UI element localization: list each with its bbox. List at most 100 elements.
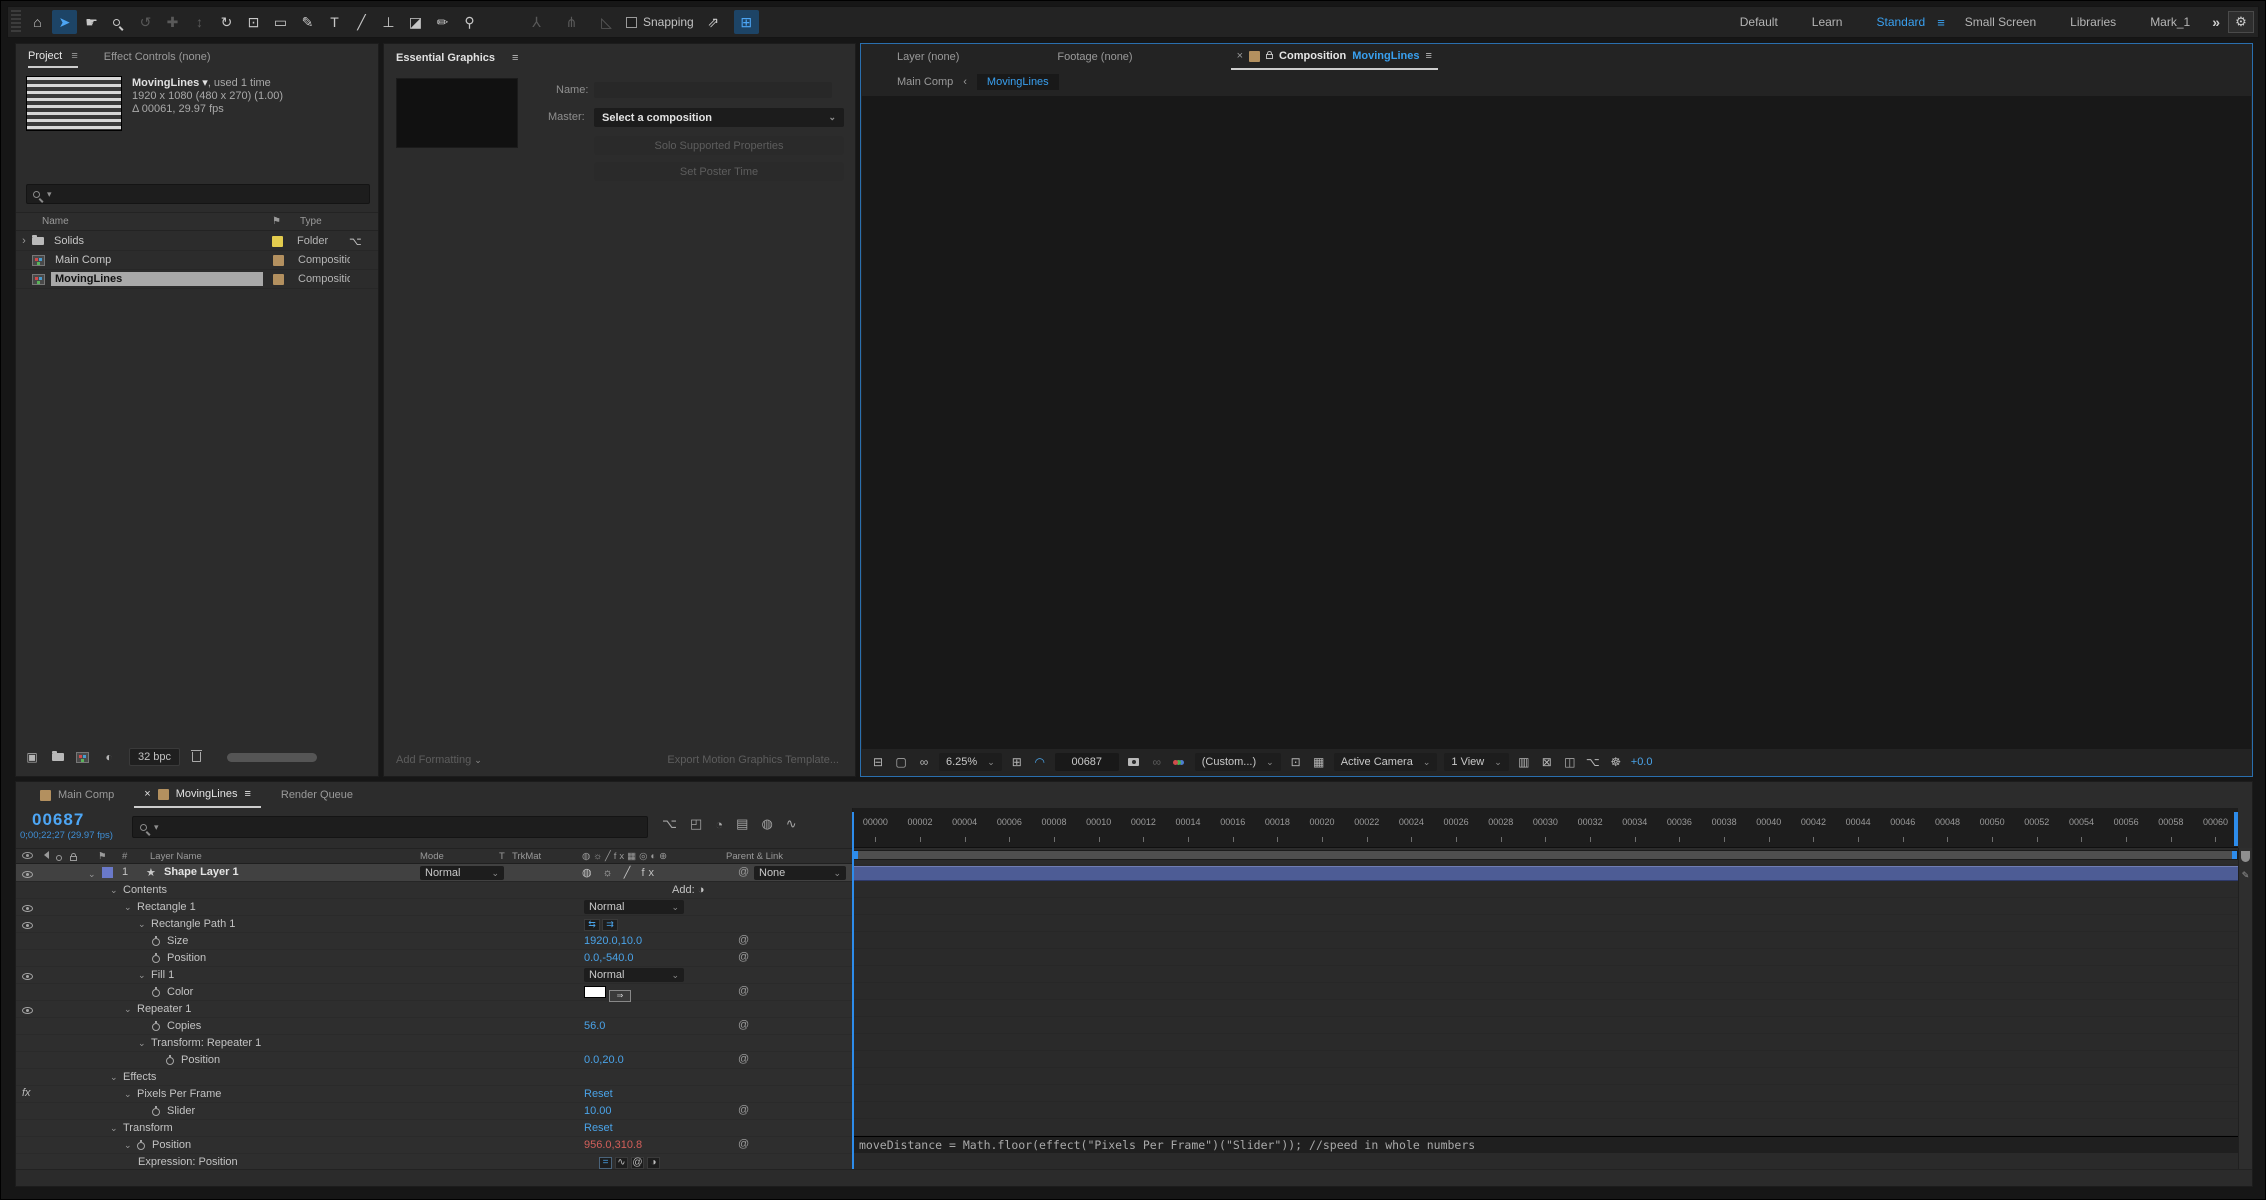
- ruler-tick[interactable]: 00054: [2059, 808, 2104, 847]
- ruler-tick[interactable]: 00044: [1836, 808, 1881, 847]
- property-row[interactable]: ⌄TransformReset: [16, 1120, 852, 1137]
- tab-footage[interactable]: Footage (none): [1057, 51, 1132, 63]
- zoom-tool-icon[interactable]: [106, 10, 131, 34]
- ruler-tick[interactable]: 00058: [2148, 808, 2193, 847]
- property-value[interactable]: Reset: [584, 1122, 613, 1134]
- project-search-input[interactable]: ▾: [26, 184, 370, 204]
- graph-editor-icon[interactable]: ∿: [786, 816, 797, 832]
- motion-blur-icon[interactable]: ◍: [761, 816, 772, 832]
- stopwatch-icon[interactable]: [166, 1056, 174, 1068]
- export-motion-graphics-template-button[interactable]: Export Motion Graphics Template...: [667, 754, 839, 766]
- ruler-tick[interactable]: 00040: [1746, 808, 1791, 847]
- brush-tool-icon[interactable]: ╱: [349, 10, 374, 34]
- ruler-tick[interactable]: 00008: [1032, 808, 1077, 847]
- table-row[interactable]: Main CompComposition: [16, 251, 378, 270]
- flowchart-icon[interactable]: ⌥: [1585, 753, 1601, 771]
- draft-3d-icon[interactable]: ◰: [690, 816, 702, 832]
- pixel-aspect-correction-icon[interactable]: ▥: [1516, 753, 1532, 771]
- property-label[interactable]: Repeater 1: [137, 1003, 191, 1015]
- tab-composition[interactable]: × Composition MovingLines ≡: [1231, 44, 1438, 70]
- property-row[interactable]: fx⌄Pixels Per FrameReset: [16, 1086, 852, 1103]
- pickwhip-icon[interactable]: @: [738, 1104, 749, 1116]
- property-value[interactable]: Reset: [584, 1088, 613, 1100]
- expression-editor[interactable]: moveDistance = Math.floor(effect("Pixels…: [852, 1136, 2238, 1153]
- property-row[interactable]: ⌄Position956.0,310.8@: [16, 1137, 852, 1154]
- ruler-tick[interactable]: 00032: [1568, 808, 1613, 847]
- show-snapshot-icon[interactable]: ∞: [1149, 753, 1165, 771]
- dolly-camera-tool-icon[interactable]: ↕: [187, 10, 212, 34]
- pickwhip-icon[interactable]: @: [738, 985, 749, 997]
- property-row[interactable]: ⌄ Rectangle Path 1 ⇆⇉: [16, 916, 852, 933]
- ruler-tick[interactable]: 00004: [942, 808, 987, 847]
- ruler-tick[interactable]: 00006: [987, 808, 1032, 847]
- ruler-tick[interactable]: 00030: [1523, 808, 1568, 847]
- timeline-tab-main-comp[interactable]: Main Comp: [30, 782, 124, 808]
- expander-caret-icon[interactable]: ⌄: [138, 919, 146, 930]
- property-label[interactable]: Pixels Per Frame: [137, 1088, 221, 1100]
- current-frame-box[interactable]: 00687: [1055, 753, 1119, 771]
- timeline-tab-render-queue[interactable]: Render Queue: [271, 782, 363, 808]
- table-row[interactable]: ›SolidsFolder⌥: [16, 232, 378, 251]
- view-options-icon[interactable]: ∞: [916, 753, 932, 771]
- close-icon[interactable]: ×: [144, 788, 150, 800]
- property-label[interactable]: Position: [167, 952, 206, 964]
- flowchart-icon[interactable]: ⌥: [349, 235, 362, 248]
- eg-name-input[interactable]: [594, 82, 832, 98]
- blend-mode-dropdown[interactable]: Normal⌄: [584, 900, 684, 914]
- ruler-tick[interactable]: 00020: [1300, 808, 1345, 847]
- flowchart-mini-icon[interactable]: ⌥: [662, 816, 677, 832]
- axis-view-icon[interactable]: ◺: [594, 10, 619, 34]
- ruler-tick[interactable]: 00036: [1657, 808, 1702, 847]
- camera-dropdown[interactable]: Active Camera⌄: [1334, 753, 1438, 771]
- view-layout-dropdown[interactable]: 1 View⌄: [1444, 753, 1508, 771]
- ruler-tick[interactable]: 00018: [1255, 808, 1300, 847]
- breadcrumb-current[interactable]: MovingLines: [977, 74, 1059, 90]
- property-row[interactable]: Position0.0,-540.0@: [16, 950, 852, 967]
- stopwatch-icon[interactable]: [137, 1141, 145, 1153]
- column-name[interactable]: Name: [42, 216, 272, 227]
- expander-caret-icon[interactable]: ⌄: [110, 1123, 118, 1134]
- workspace-settings-icon[interactable]: ⚙: [2228, 11, 2254, 33]
- workspace-menu-icon[interactable]: ≡: [1937, 15, 1945, 30]
- property-value[interactable]: 56.0: [584, 1020, 605, 1032]
- timeline-search-input[interactable]: ▾: [132, 816, 648, 838]
- label-column-icon[interactable]: ⚑: [272, 216, 300, 227]
- puppet-pin-tool-icon[interactable]: ⚲: [457, 10, 482, 34]
- solo-supported-properties-button[interactable]: Solo Supported Properties: [594, 136, 844, 155]
- hand-tool-icon[interactable]: ☛: [79, 10, 104, 34]
- axis-local-icon[interactable]: ⅄: [524, 10, 549, 34]
- expression-controls[interactable]: =∿@◑: [599, 1156, 663, 1169]
- property-label[interactable]: Rectangle Path 1: [151, 918, 235, 930]
- property-row[interactable]: Slider10.00@: [16, 1103, 852, 1120]
- panel-menu-icon[interactable]: ≡: [512, 52, 518, 64]
- property-row[interactable]: ⌄ Repeater 1: [16, 1001, 852, 1018]
- ruler-tick[interactable]: 00014: [1166, 808, 1211, 847]
- color-swatch[interactable]: [584, 986, 606, 998]
- zoom-fit-icon[interactable]: ⇗: [701, 10, 726, 34]
- stopwatch-icon[interactable]: [152, 988, 160, 1000]
- path-direction-icons[interactable]: ⇆⇉: [584, 918, 620, 931]
- column-type[interactable]: Type: [300, 216, 322, 227]
- ruler-tick[interactable]: 00012: [1121, 808, 1166, 847]
- delete-icon[interactable]: [192, 752, 201, 762]
- timeline-button-icon[interactable]: ◫: [1562, 753, 1578, 771]
- stopwatch-icon[interactable]: [152, 954, 160, 966]
- eg-master-select[interactable]: Select a composition⌄: [594, 108, 844, 127]
- property-row[interactable]: Copies56.0@: [16, 1018, 852, 1035]
- path-direction-icon[interactable]: ⇉: [602, 919, 618, 931]
- stopwatch-icon[interactable]: [152, 937, 160, 949]
- blend-mode-dropdown[interactable]: Normal⌄: [584, 968, 684, 982]
- collapse-caret-icon[interactable]: ⌄: [88, 869, 96, 880]
- eraser-tool-icon[interactable]: ◪: [403, 10, 428, 34]
- expression-text[interactable]: moveDistance = Math.floor(effect("Pixels…: [859, 1138, 1475, 1152]
- always-preview-icon[interactable]: ⊟: [870, 753, 886, 771]
- property-row[interactable]: ⌄Transform: Repeater 1: [16, 1035, 852, 1052]
- pickwhip-icon[interactable]: @: [738, 934, 749, 946]
- clone-stamp-tool-icon[interactable]: ⊥: [376, 10, 401, 34]
- channels-icon[interactable]: [1172, 753, 1188, 771]
- workspace-tab-learn[interactable]: Learn: [1798, 15, 1857, 29]
- mask-visibility-icon[interactable]: ◠: [1032, 753, 1048, 771]
- panel-menu-icon[interactable]: ≡: [71, 50, 77, 62]
- reverse-path-icon[interactable]: ⇆: [584, 919, 600, 931]
- expander-caret-icon[interactable]: ⌄: [124, 1004, 132, 1015]
